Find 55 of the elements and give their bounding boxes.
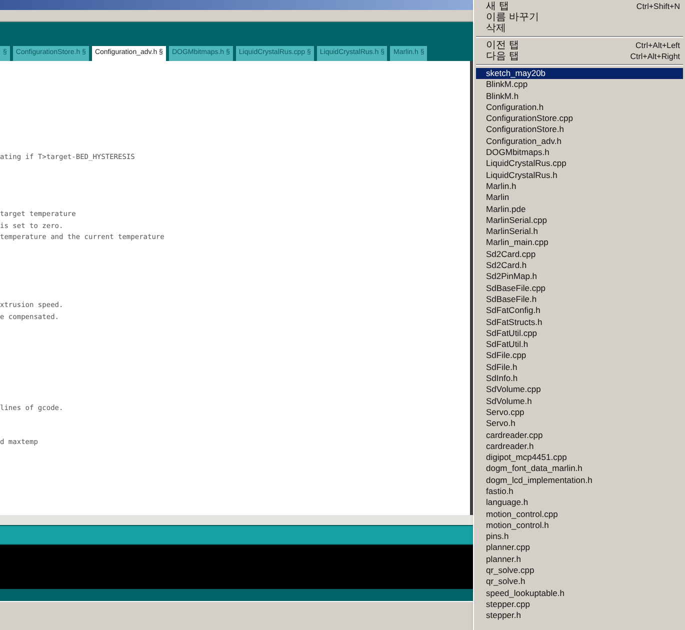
menu-item[interactable]: Sd2PinMap.h [476, 271, 683, 283]
menu-item[interactable]: digipot_mcp4451.cpp [476, 452, 683, 464]
menu-item[interactable]: SdFatUtil.h [476, 339, 683, 350]
menu-item[interactable]: 이전 탭 Ctrl+Alt+Left [476, 40, 683, 51]
menu-item[interactable]: SdBaseFile.cpp [476, 282, 683, 294]
menu-item[interactable]: cardreader.cpp [476, 430, 683, 441]
menu-item[interactable]: 다음 탭 Ctrl+Alt+Right [476, 51, 683, 62]
menu-item[interactable]: Marlin_main.cpp [476, 237, 683, 249]
menu-item[interactable]: Marlin.h [476, 180, 683, 192]
menu-item[interactable]: cardreader.h [476, 440, 683, 452]
menu-item[interactable]: stepper.h [476, 610, 683, 622]
menu-item[interactable]: stepper.cpp [476, 598, 683, 610]
menu-item[interactable]: Marlin.pde [476, 204, 683, 215]
menu-item[interactable]: planner.cpp [476, 542, 683, 554]
menu-item[interactable]: language.h [476, 497, 683, 509]
menu-item[interactable]: SdInfo.h [476, 373, 683, 384]
menu-item[interactable]: planner.h [476, 554, 683, 566]
menu-item[interactable]: qr_solve.cpp [476, 565, 683, 576]
menu-item[interactable]: SdFile.cpp [476, 350, 683, 362]
menu-item[interactable]: motion_control.h [476, 520, 683, 532]
menu-item[interactable]: SdFile.h [476, 362, 683, 374]
horizontal-scrollbar[interactable] [0, 515, 473, 525]
menu-item[interactable]: Configuration.h [476, 102, 683, 114]
menu-item[interactable]: Servo.cpp [476, 406, 683, 418]
menu-item[interactable]: SdBaseFile.h [476, 294, 683, 306]
menu-item[interactable]: SdFatConfig.h [476, 305, 683, 317]
menu-item[interactable]: Sd2Card.cpp [476, 248, 683, 260]
menu-item[interactable]: LiquidCrystalRus.h [476, 170, 683, 181]
menu-item[interactable]: BlinkM.h [476, 90, 683, 102]
menu-item[interactable]: BlinkM.cpp [476, 79, 683, 91]
menu-item[interactable]: dogm_font_data_marlin.h [476, 463, 683, 475]
menu-item[interactable]: SdVolume.cpp [476, 384, 683, 396]
menu-item[interactable]: 이름 바꾸기 [476, 12, 683, 23]
menu-item[interactable]: Marlin [476, 192, 683, 204]
menu-item[interactable]: motion_control.cpp [476, 508, 683, 520]
menu-item[interactable]: LiquidCrystalRus.cpp [476, 158, 683, 170]
menu-item[interactable]: SdFatStructs.h [476, 316, 683, 328]
menu-item[interactable]: 새 탭 Ctrl+Shift+N [476, 1, 683, 12]
menu-item[interactable]: MarlinSerial.cpp [476, 214, 683, 226]
menu-item[interactable]: Servo.h [476, 418, 683, 430]
menu-item[interactable]: SdVolume.h [476, 396, 683, 407]
menu-item[interactable]: pins.h [476, 531, 683, 542]
menu-item[interactable]: qr_solve.h [476, 576, 683, 588]
menu-item[interactable]: ConfigurationStore.cpp [476, 113, 683, 124]
menu-item[interactable]: 삭제 [476, 23, 683, 34]
menu-item[interactable]: SdFatUtil.cpp [476, 328, 683, 340]
menu-item[interactable]: sketch_may20b [476, 68, 683, 80]
menu-item[interactable]: dogm_lcd_implementation.h [476, 474, 683, 486]
menu-item[interactable]: ConfigurationStore.h [476, 124, 683, 136]
menu-item[interactable]: DOGMbitmaps.h [476, 147, 683, 158]
menu-item[interactable]: speed_lookuptable.h [476, 588, 683, 599]
menu-item[interactable]: MarlinSerial.h [476, 226, 683, 238]
menu-item[interactable]: Configuration_adv.h [476, 136, 683, 148]
menu-item[interactable]: Sd2Card.h [476, 260, 683, 272]
menu-item[interactable]: fastio.h [476, 486, 683, 498]
